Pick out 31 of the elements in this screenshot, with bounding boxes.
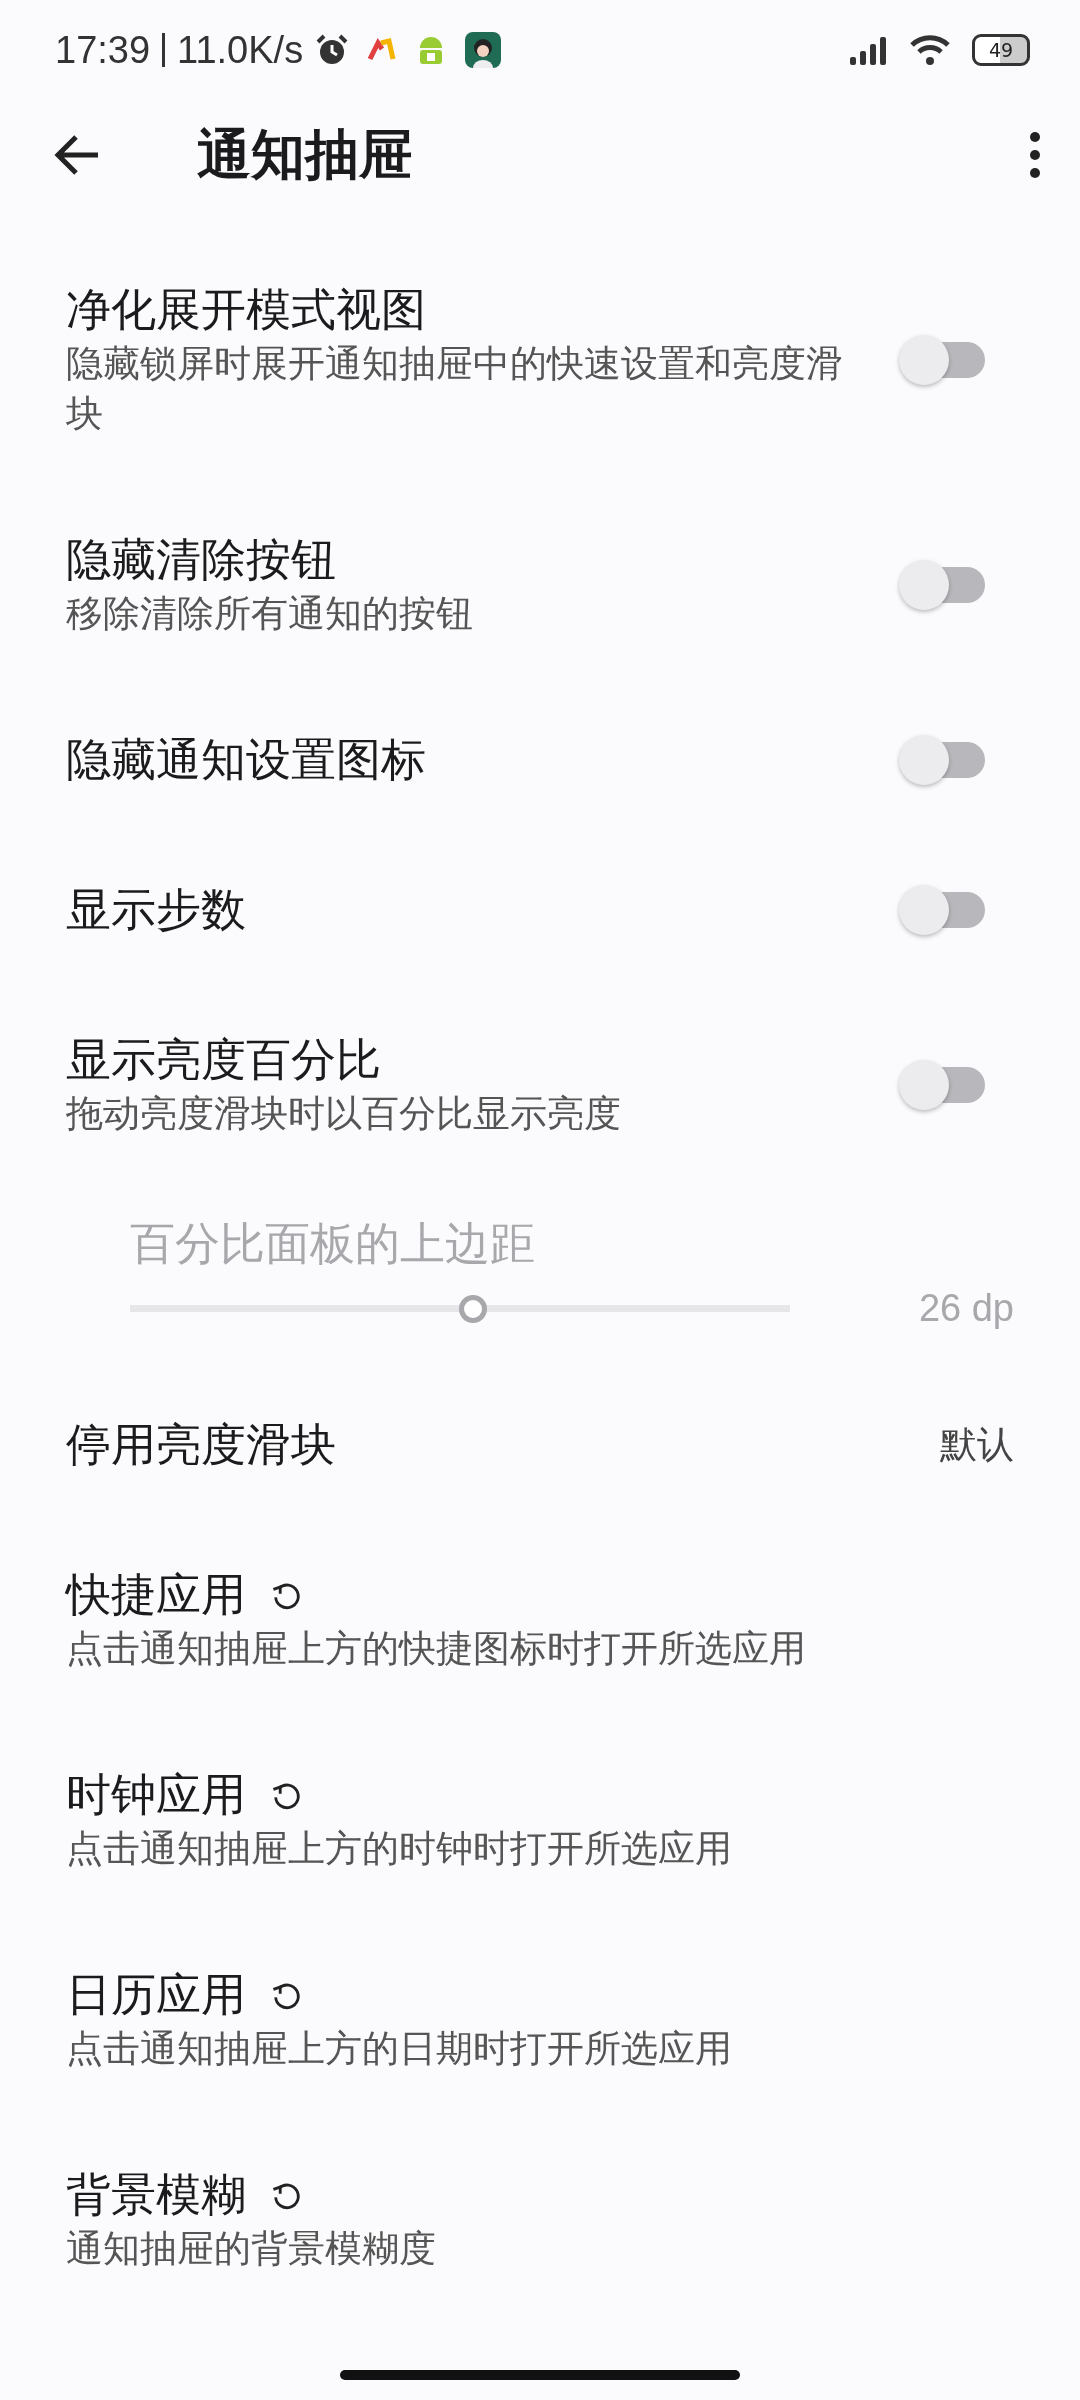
clock-time: 17:39 (55, 28, 151, 72)
setting-title[interactable]: 日历应用 (66, 1966, 246, 2024)
setting-description: 点击通知抽屉上方的快捷图标时打开所选应用 (66, 1626, 807, 1672)
setting-title[interactable]: 显示步数 (66, 881, 246, 939)
setting-description: 隐藏锁屏时展开通知抽屉中的快速设置和亮度滑块 (66, 341, 844, 437)
wifi-icon (910, 34, 950, 66)
setting-title[interactable]: 停用亮度滑块 (66, 1416, 336, 1474)
setting-title[interactable]: 显示亮度百分比 (66, 1031, 381, 1089)
slider-value: 26 dp (918, 1287, 1014, 1330)
setting-description: 拖动亮度滑块时以百分比显示亮度 (66, 1091, 622, 1137)
setting-title[interactable]: 时钟应用 (66, 1766, 246, 1824)
slider-label: 百分比面板的上边距 (130, 1216, 536, 1272)
page-title: 通知抽屉 (197, 121, 413, 188)
more-options-icon (1029, 131, 1041, 179)
battery-level: 49 (972, 34, 1030, 66)
setting-title[interactable]: 快捷应用 (66, 1566, 246, 1624)
back-arrow-icon (54, 135, 100, 175)
setting-title[interactable]: 隐藏通知设置图标 (66, 731, 426, 789)
setting-description: 点击通知抽屉上方的时钟时打开所选应用 (66, 1826, 733, 1872)
avatar-app-icon (465, 32, 502, 68)
network-speed: 11.0K/s (177, 28, 304, 72)
signal-icon (850, 35, 888, 65)
setting-description: 通知抽屉的背景模糊度 (66, 2226, 437, 2272)
setting-title[interactable]: 背景模糊 (66, 2166, 246, 2224)
separator-bar (162, 33, 166, 67)
setting-description: 点击通知抽屉上方的日期时打开所选应用 (66, 2026, 733, 2072)
setting-title[interactable]: 隐藏清除按钮 (66, 531, 336, 589)
setting-value: 默认 (940, 1422, 1014, 1468)
setting-description: 移除清除所有通知的按钮 (66, 591, 474, 637)
setting-title[interactable]: 净化展开模式视图 (66, 281, 426, 339)
alarm-clock-icon (315, 33, 350, 67)
